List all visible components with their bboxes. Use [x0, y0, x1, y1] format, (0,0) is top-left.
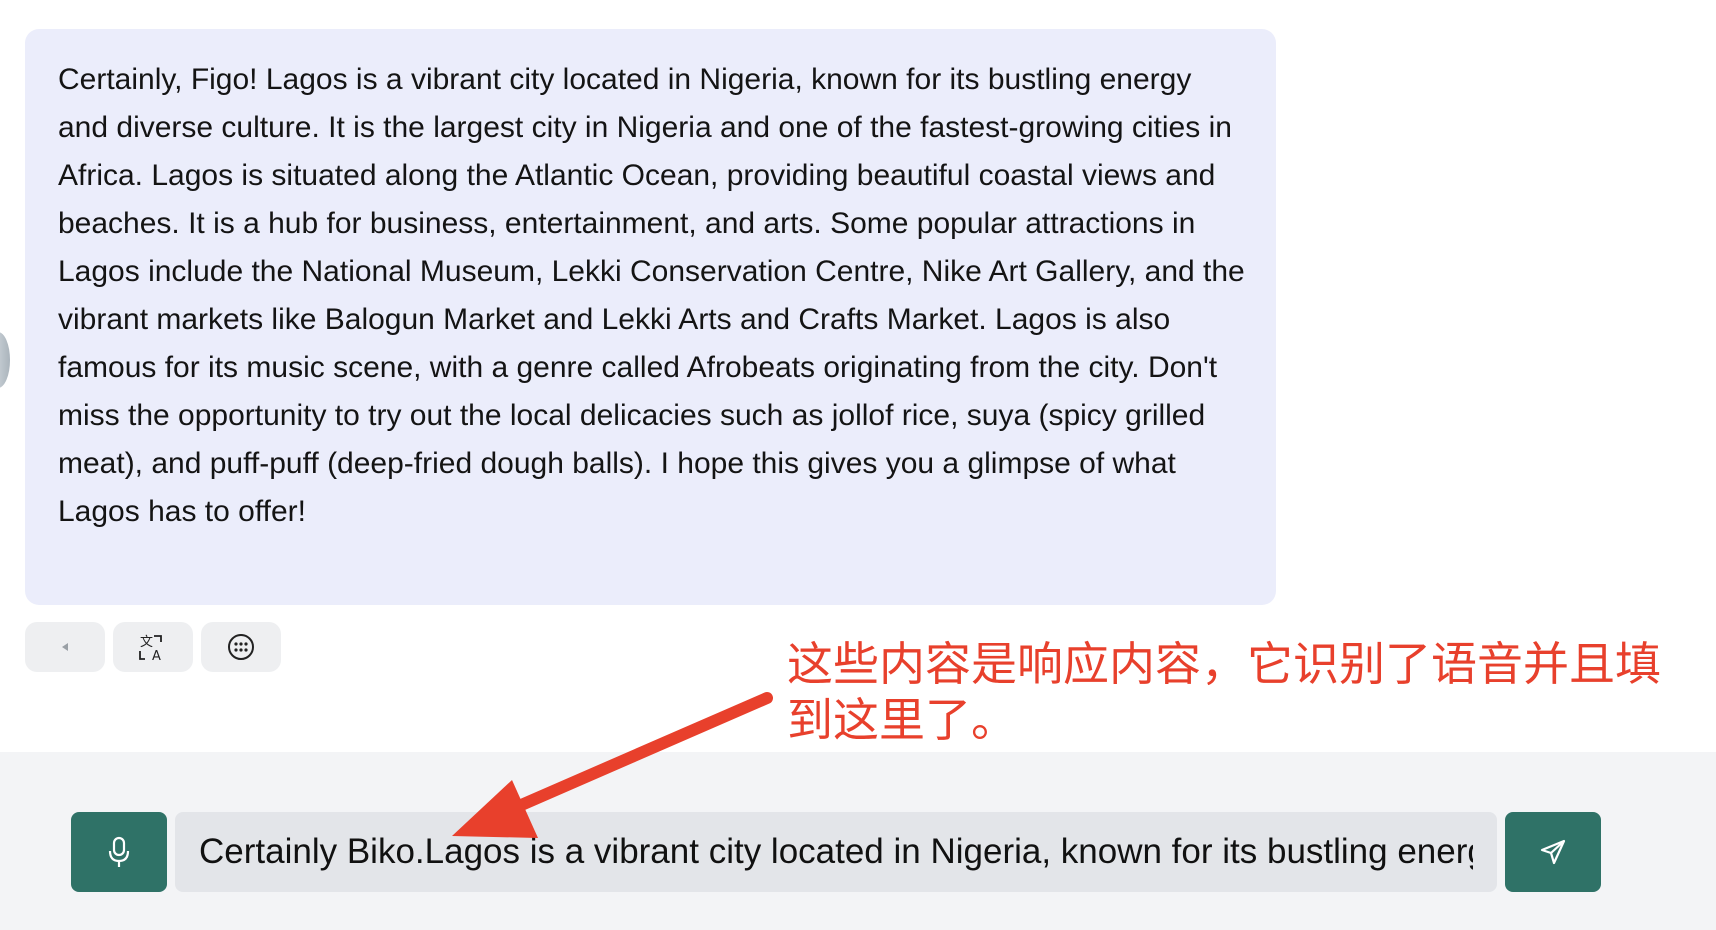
send-icon [1540, 839, 1566, 865]
chat-page: Certainly, Figo! Lagos is a vibrant city… [0, 0, 1716, 930]
svg-text:文: 文 [140, 635, 153, 650]
microphone-icon [108, 836, 130, 867]
translate-button[interactable]: 文 A [113, 622, 193, 672]
assistant-message-text: Certainly, Figo! Lagos is a vibrant city… [58, 63, 1245, 528]
more-options-button[interactable] [201, 622, 281, 672]
translate-icon: 文 A [139, 635, 162, 663]
svg-text:A: A [152, 649, 161, 663]
assistant-avatar [0, 332, 10, 388]
annotation-note: 这些内容是响应内容，它识别了语音并且填到这里了。 [787, 637, 1661, 747]
play-audio-button[interactable] [25, 622, 105, 672]
play-icon [62, 643, 68, 651]
assistant-message-bubble: Certainly, Figo! Lagos is a vibrant city… [25, 29, 1276, 605]
message-input[interactable] [175, 812, 1497, 892]
more-options-icon [228, 634, 254, 660]
send-button[interactable] [1505, 812, 1601, 892]
microphone-button[interactable] [71, 812, 167, 892]
